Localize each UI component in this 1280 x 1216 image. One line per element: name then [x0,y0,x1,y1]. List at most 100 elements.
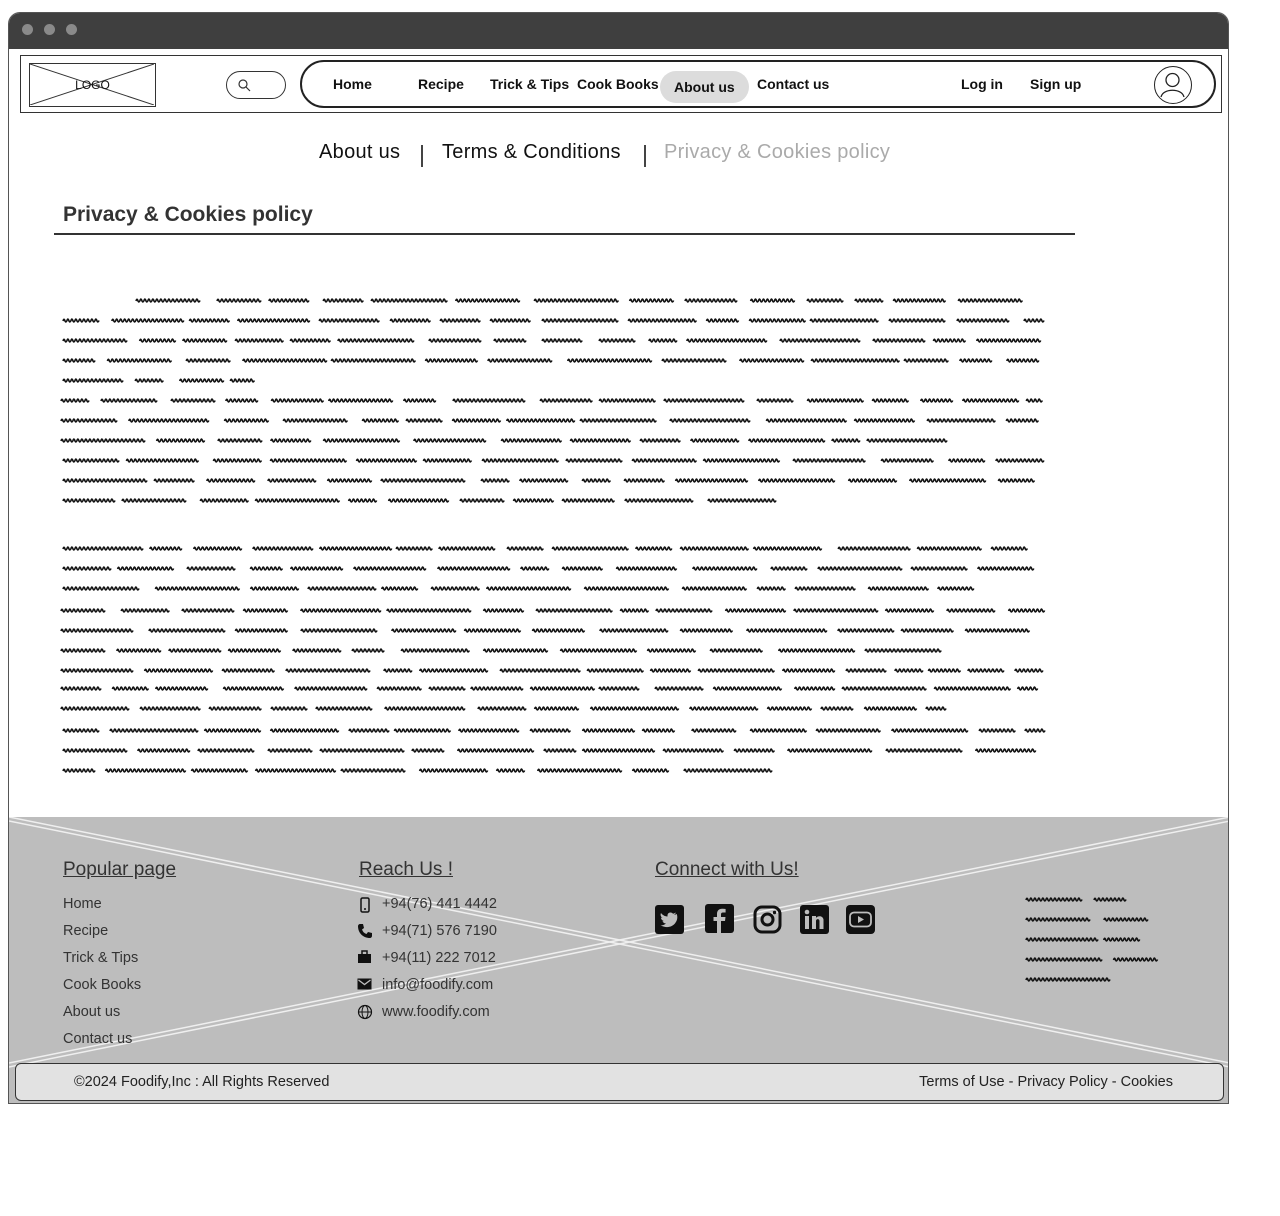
contact-office[interactable]: +94(11) 222 7012 [382,950,496,966]
footer-link-about-us[interactable]: About us [63,1004,120,1020]
subnav-privacy-active[interactable]: Privacy & Cookies policy [664,141,890,164]
scribble-word [565,458,623,463]
nav-contact-us[interactable]: Contact us [757,62,829,106]
scribble-word [529,728,572,733]
terms-of-use-link[interactable]: Terms of Use [919,1074,1004,1090]
scribble-word [348,728,390,733]
contact-phone[interactable]: +94(71) 576 7190 [382,923,497,939]
search-input[interactable] [226,71,286,99]
youtube-icon[interactable] [846,905,875,934]
instagram-icon[interactable] [753,905,782,934]
contact-website[interactable]: www.foodify.com [382,1004,490,1020]
scribble-word [242,358,328,363]
scribble-word [639,438,681,443]
scribble-word [690,438,740,443]
scribble-word [254,498,341,503]
scribble-word [289,338,332,343]
scribble-word [322,298,364,303]
contact-email[interactable]: info@foodify.com [382,977,493,993]
scribble-word [748,438,826,443]
scribble-word [170,398,216,403]
scribble-word [748,318,807,323]
scribble-word [581,748,656,753]
scribble-word [60,418,118,423]
window-maximize-dot[interactable] [66,24,77,35]
scribble-word [456,748,535,753]
cookies-link[interactable]: Cookies [1121,1074,1173,1090]
signup-link[interactable]: Sign up [1030,62,1081,106]
scribble-word [270,438,312,443]
scribble-word [487,358,553,363]
scribble-word [400,648,471,653]
scribble-word [579,418,657,423]
scribble-word [217,438,263,443]
scribble-word [1025,977,1111,982]
scribble-word [62,458,120,463]
user-avatar-icon[interactable] [1154,66,1192,104]
footer-link-recipe[interactable]: Recipe [63,923,108,939]
scribble-word [635,546,673,551]
scribble-word [120,608,170,613]
scribble-word [683,768,773,773]
scribble-word [391,628,457,633]
scribble-word [139,706,201,711]
window-close-dot[interactable] [22,24,33,35]
scribble-word [533,706,580,711]
scribble-word [864,648,942,653]
scribble-word [154,586,241,591]
window-minimize-dot[interactable] [44,24,55,35]
nav-home[interactable]: Home [333,62,372,106]
subnav-terms[interactable]: Terms & Conditions [442,141,621,164]
scribble-word [661,358,727,363]
scribble-word [106,358,173,363]
scribble-word [60,398,90,403]
nav-trick-tips[interactable]: Trick & Tips [490,62,569,106]
scribble-word [330,358,417,363]
nav-about-us[interactable]: About us [660,71,749,103]
footer-bottom-bar: ©2024 Foodify,Inc : All Rights Reserved … [15,1063,1224,1101]
scribble-word [933,686,1012,691]
scribble-word [871,398,910,403]
scribble-word [148,628,226,633]
scribble-word [894,668,924,673]
scribble-word [541,338,583,343]
privacy-policy-link[interactable]: Privacy Policy [1017,1074,1107,1090]
scribble-word [543,748,577,753]
scribble-word [62,358,96,363]
scribble-word [155,438,206,443]
contact-mobile[interactable]: +94(76) 441 4442 [382,896,497,912]
scribble-word [322,438,401,443]
subnav-about-us[interactable]: About us [319,141,400,164]
scribble-word [937,586,975,591]
scribble-word [411,748,445,753]
scribble-word [270,706,308,711]
scribble-word [1025,937,1099,942]
footer-link-home[interactable]: Home [63,896,102,912]
scribble-word [757,478,836,483]
scribble-word [995,458,1045,463]
login-link[interactable]: Log in [961,62,1003,106]
scribble-word [624,498,694,503]
footer-link-trick-tips[interactable]: Trick & Tips [63,950,138,966]
scribble-word [424,358,479,363]
scribble-word [192,546,243,551]
scribble-word [168,648,222,653]
scribble-word [481,458,560,463]
scribble-word [249,586,300,591]
facebook-icon[interactable] [705,904,734,933]
scribble-word [413,438,487,443]
twitter-icon[interactable] [655,905,684,934]
scribble-word [340,768,406,773]
scribble-word [535,608,613,613]
nav-recipe[interactable]: Recipe [418,62,464,106]
scribble-word [154,686,209,691]
nav-cook-books[interactable]: Cook Books [577,62,659,106]
scribble-word [583,586,670,591]
linkedin-icon[interactable] [800,905,829,934]
footer-link-cook-books[interactable]: Cook Books [63,977,141,993]
scribble-word [227,648,282,653]
scribble-word [62,586,140,591]
footer-link-contact-us[interactable]: Contact us [63,1031,132,1047]
logo[interactable]: LOGO [29,63,156,107]
scribble-word [910,566,968,571]
